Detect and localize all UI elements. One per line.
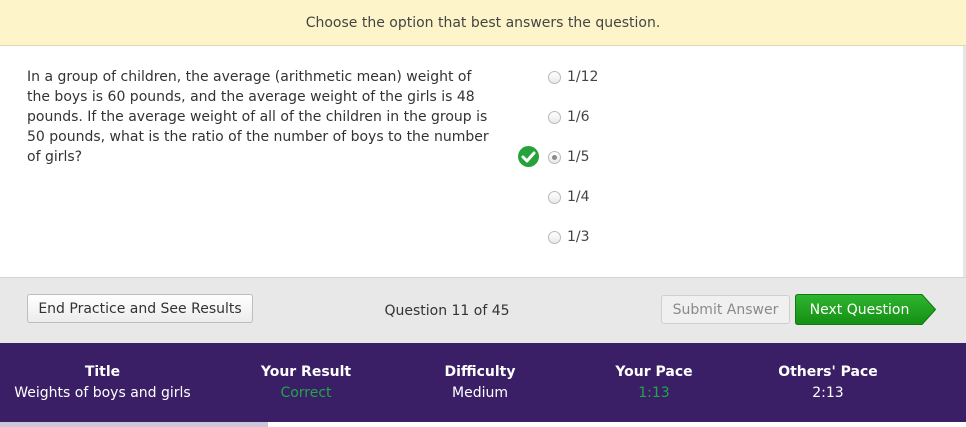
answer-option-4[interactable]: 1/4 xyxy=(548,186,668,208)
submit-answer-label: Submit Answer xyxy=(672,301,779,318)
progress-strip-remainder xyxy=(268,422,966,427)
stat-others-pace-heading: Others' Pace xyxy=(778,364,878,380)
option-label: 1/6 xyxy=(567,109,590,125)
radio-button[interactable] xyxy=(548,70,561,84)
stat-pace-value: 1:13 xyxy=(638,385,670,401)
end-practice-label: End Practice and See Results xyxy=(38,300,242,317)
end-practice-button[interactable]: End Practice and See Results xyxy=(27,294,253,323)
progress-strip xyxy=(0,422,268,427)
submit-answer-button[interactable]: Submit Answer xyxy=(661,295,790,324)
next-question-button[interactable]: Next Question xyxy=(795,294,936,325)
stats-bar: Title Weights of boys and girls Your Res… xyxy=(0,343,966,422)
check-circle-icon xyxy=(518,146,539,167)
stat-title: Title Weights of boys and girls xyxy=(0,343,205,422)
stat-others-pace: Others' Pace 2:13 xyxy=(748,343,908,422)
answer-option-3[interactable]: 1/5 xyxy=(548,146,668,168)
option-label: 1/12 xyxy=(567,69,599,85)
answer-option-1[interactable]: 1/12 xyxy=(548,66,668,88)
option-label: 1/5 xyxy=(567,149,590,165)
toolbar: End Practice and See Results Question 11… xyxy=(0,277,966,343)
radio-button-selected[interactable] xyxy=(548,150,561,164)
stat-result: Your Result Correct xyxy=(226,343,386,422)
stat-title-heading: Title xyxy=(84,364,121,380)
stat-title-value: Weights of boys and girls xyxy=(14,385,191,401)
stat-pace-heading: Your Pace xyxy=(615,364,693,380)
stat-difficulty-heading: Difficulty xyxy=(444,364,516,380)
stat-difficulty: Difficulty Medium xyxy=(400,343,560,422)
stat-others-pace-value: 2:13 xyxy=(812,385,844,401)
option-label: 1/4 xyxy=(567,189,590,205)
radio-button[interactable] xyxy=(548,230,561,244)
stat-pace: Your Pace 1:13 xyxy=(574,343,734,422)
question-text: In a group of children, the average (ari… xyxy=(27,69,489,165)
next-question-label: Next Question xyxy=(809,301,910,318)
question-counter: Question 11 of 45 xyxy=(384,303,510,319)
answer-option-5[interactable]: 1/3 xyxy=(548,226,668,248)
stat-result-heading: Your Result xyxy=(260,364,352,380)
radio-button[interactable] xyxy=(548,190,561,204)
stat-result-value: Correct xyxy=(280,385,332,401)
stat-difficulty-value: Medium xyxy=(452,385,508,401)
radio-button[interactable] xyxy=(548,110,561,124)
option-label: 1/3 xyxy=(567,229,590,245)
instruction-text: Choose the option that best answers the … xyxy=(305,15,661,31)
instruction-bar: Choose the option that best answers the … xyxy=(0,0,966,46)
answer-option-2[interactable]: 1/6 xyxy=(548,106,668,128)
